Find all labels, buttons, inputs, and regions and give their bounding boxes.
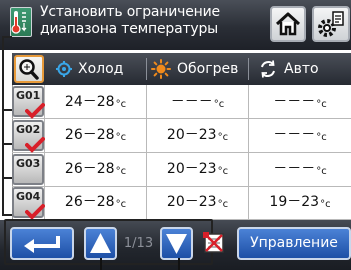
group-label: G04 xyxy=(16,190,41,203)
frame-line-top xyxy=(2,36,12,38)
table-cell-cool[interactable]: 26－28°c xyxy=(45,119,146,152)
table-cell-auto[interactable]: 19－23°c xyxy=(249,186,351,219)
snowflake-icon xyxy=(55,60,73,78)
frame-tick-row2 xyxy=(2,143,12,145)
settings-button[interactable] xyxy=(312,6,350,42)
check-icon xyxy=(25,103,45,119)
frame-line-left xyxy=(2,36,4,216)
group-button-g03[interactable]: G03 xyxy=(12,154,44,185)
cycle-icon xyxy=(258,59,278,79)
page-down-button[interactable] xyxy=(160,227,193,260)
table-cell-cool[interactable]: 24－28°c xyxy=(45,86,146,119)
sun-icon xyxy=(151,59,171,79)
arrow-down-icon xyxy=(166,234,187,254)
column-header-auto: Авто xyxy=(284,61,319,77)
column-header-heat: Обогрев xyxy=(177,61,239,77)
header-separator xyxy=(146,58,147,80)
page-title: Установить ограничение диапазона темпера… xyxy=(40,4,236,38)
home-button[interactable] xyxy=(270,6,306,42)
settings-icon xyxy=(318,11,344,37)
table-cell-cool[interactable]: 26－28°c xyxy=(45,186,146,219)
return-arrow-icon xyxy=(24,236,60,253)
table-cell-cool[interactable]: 26－28°c xyxy=(45,153,146,186)
callout-line xyxy=(100,258,102,270)
frame-tick-row4 xyxy=(2,214,12,216)
group-label: G02 xyxy=(16,123,41,136)
column-header-cool: Холод xyxy=(78,61,124,77)
checklist-icon xyxy=(203,232,224,253)
table-cell-auto[interactable]: －－－°c xyxy=(249,119,351,152)
group-button-g01[interactable]: G01 xyxy=(12,86,45,119)
back-button[interactable] xyxy=(10,227,74,260)
group-button-g04[interactable]: G04 xyxy=(12,187,45,220)
table-cell-heat[interactable]: －－－°c xyxy=(147,86,248,119)
table-cell-heat[interactable]: 20－23°c xyxy=(147,119,248,152)
search-icon xyxy=(19,59,39,80)
page-title-line-1: Установить ограничение xyxy=(40,4,220,20)
page-indicator: 1/13 xyxy=(123,236,154,251)
arrow-up-icon xyxy=(90,233,111,253)
select-all-button[interactable] xyxy=(200,229,230,259)
frame-tick-row1 xyxy=(2,109,12,111)
check-icon xyxy=(25,204,45,220)
table-cell-heat[interactable]: 20－23°c xyxy=(147,153,248,186)
table-cell-heat[interactable]: 20－23°c xyxy=(147,186,248,219)
manage-button[interactable]: Управление xyxy=(237,227,351,260)
table-cell-auto[interactable]: －－－°c xyxy=(249,153,351,186)
group-label: G03 xyxy=(16,157,41,170)
page-title-line-2: диапазона температуры xyxy=(40,21,219,37)
check-icon xyxy=(25,137,45,153)
page-up-button[interactable] xyxy=(84,227,117,260)
header-separator xyxy=(248,58,249,80)
group-label: G01 xyxy=(16,89,41,102)
frame-tick-row3 xyxy=(2,177,12,179)
thermometer-icon xyxy=(10,7,32,37)
group-button-g02[interactable]: G02 xyxy=(12,120,45,153)
table-cell-auto[interactable]: －－－°c xyxy=(249,86,351,119)
search-button[interactable] xyxy=(14,55,44,83)
callout-line xyxy=(178,258,180,270)
home-icon xyxy=(275,12,301,36)
